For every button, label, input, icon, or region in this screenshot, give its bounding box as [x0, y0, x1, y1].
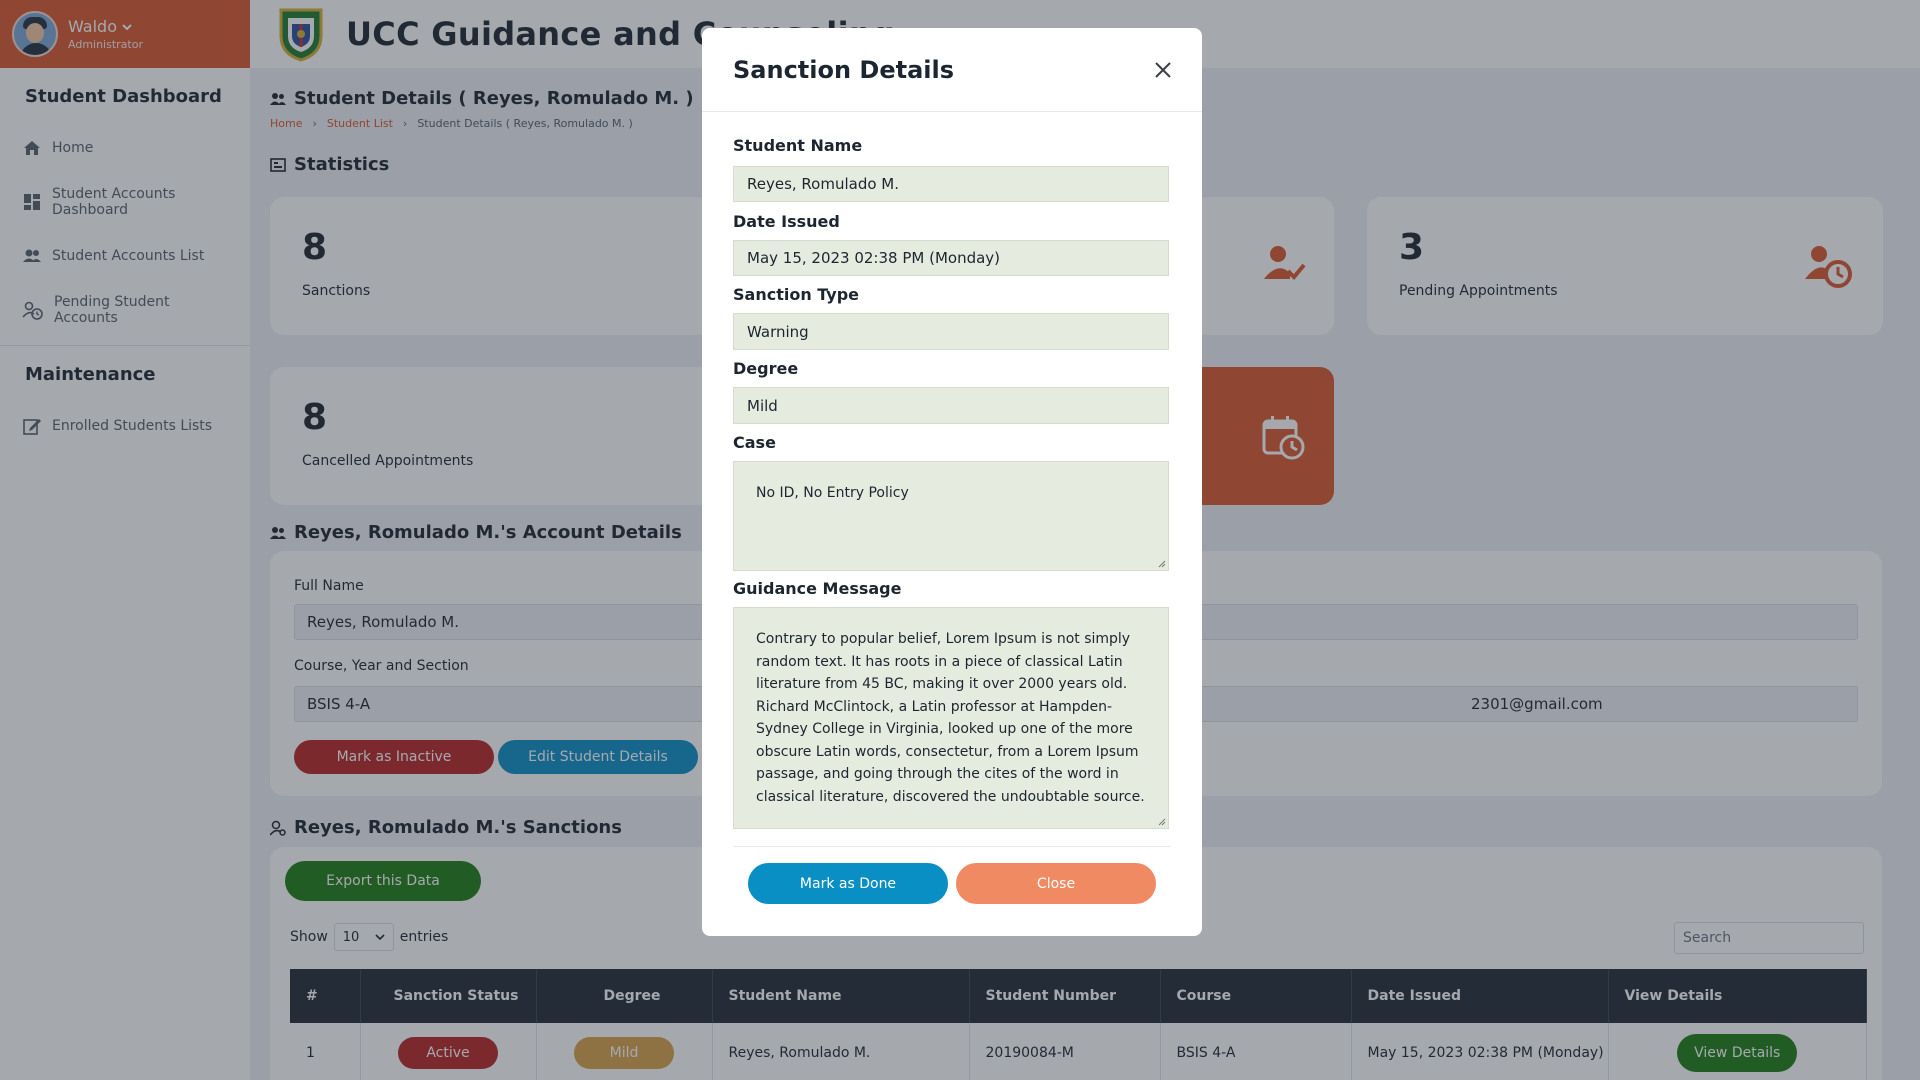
student-name-field[interactable]: Reyes, Romulado M.	[733, 166, 1169, 202]
close-icon[interactable]	[1154, 61, 1172, 79]
guidance-message-field[interactable]: Contrary to popular belief, Lorem Ipsum …	[733, 607, 1169, 829]
modal-title: Sanction Details	[733, 55, 955, 84]
modal-footer	[733, 846, 1171, 847]
guidance-message-text: Contrary to popular belief, Lorem Ipsum …	[756, 631, 1145, 805]
close-button[interactable]: Close	[956, 863, 1156, 904]
case-field[interactable]: No ID, No Entry Policy	[733, 461, 1169, 571]
sanction-details-modal: Sanction Details Student Name Reyes, Rom…	[702, 28, 1202, 936]
student-name-label: Student Name	[733, 136, 863, 155]
sanction-type-field[interactable]: Warning	[733, 313, 1169, 350]
guidance-message-label: Guidance Message	[733, 579, 902, 598]
resize-handle-icon[interactable]	[1156, 558, 1166, 568]
degree-field[interactable]: Mild	[733, 387, 1169, 424]
degree-label: Degree	[733, 359, 799, 378]
date-issued-label: Date Issued	[733, 212, 840, 231]
mark-as-done-button[interactable]: Mark as Done	[748, 863, 948, 904]
case-label: Case	[733, 433, 776, 452]
date-issued-field[interactable]: May 15, 2023 02:38 PM (Monday)	[733, 240, 1169, 276]
sanction-type-label: Sanction Type	[733, 285, 860, 304]
resize-handle-icon[interactable]	[1156, 816, 1166, 826]
case-text: No ID, No Entry Policy	[756, 485, 909, 501]
